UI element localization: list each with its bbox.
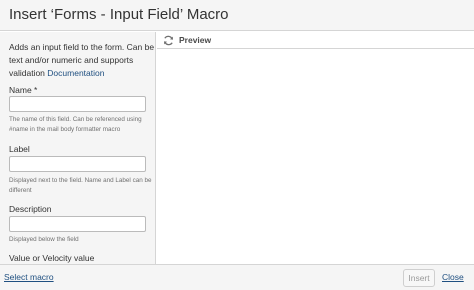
macro-parameters-panel[interactable]: Adds an input field to the form. Can be … xyxy=(0,32,156,264)
macro-dialog: Insert ‘Forms - Input Field’ Macro Adds … xyxy=(0,0,474,290)
close-link[interactable]: Close xyxy=(442,272,464,282)
dialog-header: Insert ‘Forms - Input Field’ Macro xyxy=(0,0,474,31)
preview-bar: Preview xyxy=(157,32,474,49)
value-label: Value or Velocity value xyxy=(9,253,95,263)
label-label: Label xyxy=(9,144,30,154)
description-help-text: Displayed below the field xyxy=(9,236,79,243)
macro-description: Adds an input field to the form. Can be … xyxy=(9,41,155,80)
description-input[interactable] xyxy=(9,216,146,232)
name-label: Name * xyxy=(9,85,38,95)
preview-panel: Preview xyxy=(157,32,474,264)
label-help-text: Displayed next to the field. Name and La… xyxy=(9,177,152,194)
insert-button[interactable]: Insert xyxy=(403,269,435,287)
refresh-icon[interactable] xyxy=(163,35,174,46)
dialog-title: Insert ‘Forms - Input Field’ Macro xyxy=(9,6,229,23)
select-macro-link[interactable]: Select macro xyxy=(4,272,54,282)
label-input[interactable] xyxy=(9,156,146,172)
preview-label: Preview xyxy=(179,35,212,45)
name-help-text: The name of this field. Can be reference… xyxy=(9,116,142,133)
dialog-footer: Select macro Insert Close xyxy=(0,264,474,290)
name-input[interactable] xyxy=(9,96,146,112)
description-label: Description xyxy=(9,204,52,214)
documentation-link[interactable]: Documentation xyxy=(47,68,104,78)
